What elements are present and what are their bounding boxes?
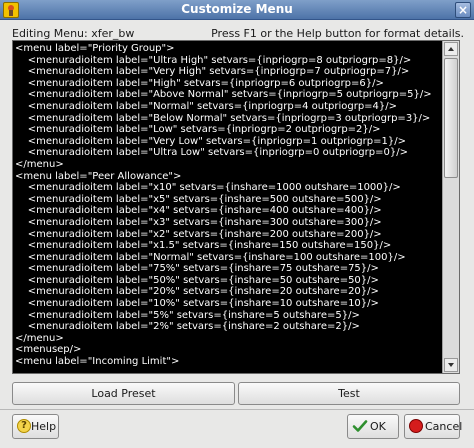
editor-line: <menuradioitem label="2%" setvars={insha… bbox=[15, 321, 360, 333]
scroll-thumb[interactable] bbox=[444, 58, 458, 178]
scroll-down-arrow-icon[interactable] bbox=[444, 358, 458, 372]
editor-line: <menuradioitem label="x10" setvars={insh… bbox=[15, 182, 401, 194]
help-button[interactable]: ? Help bbox=[12, 414, 59, 439]
checkmark-icon bbox=[352, 420, 368, 432]
editor-text-area[interactable]: <menu label="Priority Group"> <menuradio… bbox=[15, 43, 440, 371]
help-hint-text: Press F1 or the Help button for format d… bbox=[211, 27, 464, 40]
scroll-up-arrow-icon[interactable] bbox=[444, 42, 458, 56]
editor-line: <menuradioitem label="Normal" setvars={i… bbox=[15, 100, 398, 112]
editor-line: <menuradioitem label="Very Low" setvars=… bbox=[15, 135, 406, 147]
editor-line: <menuradioitem label="75%" setvars={insh… bbox=[15, 263, 379, 275]
cancel-button-label: Cancel bbox=[425, 420, 463, 433]
cancel-icon bbox=[409, 419, 423, 433]
editor-line: <menuradioitem label="Normal" setvars={i… bbox=[15, 251, 406, 263]
editing-menu-label: Editing Menu: xfer_bw bbox=[12, 27, 135, 40]
editor-line: <menuradioitem label="x2" setvars={insha… bbox=[15, 228, 382, 240]
editor-line: <menuradioitem label="Below Normal" setv… bbox=[15, 112, 431, 124]
menu-text-editor[interactable]: <menu label="Priority Group"> <menuradio… bbox=[12, 40, 460, 374]
editor-line: </menu> bbox=[15, 332, 64, 344]
editor-line: <menuradioitem label="Low" setvars={inpr… bbox=[15, 124, 381, 136]
editor-line: <menuradioitem label="x3" setvars={insha… bbox=[15, 216, 382, 228]
help-button-label: Help bbox=[31, 420, 57, 433]
editor-line: <menuradioitem label="x4" setvars={insha… bbox=[15, 205, 382, 217]
editor-line: <menusep/> bbox=[15, 344, 82, 356]
test-button[interactable]: Test bbox=[238, 382, 460, 405]
editor-line: <menuradioitem label="Very High" setvars… bbox=[15, 66, 410, 78]
editor-line: <menu label="Priority Group"> bbox=[15, 43, 175, 54]
window-title: Customize Menu bbox=[181, 2, 293, 16]
help-icon: ? bbox=[17, 419, 31, 433]
vertical-scrollbar[interactable] bbox=[442, 41, 459, 373]
ok-button[interactable]: OK bbox=[347, 414, 399, 439]
editor-line: <menuradioitem label="x5" setvars={insha… bbox=[15, 193, 382, 205]
ok-button-label: OK bbox=[370, 420, 386, 433]
editor-line: <menuradioitem label="High" setvars={inp… bbox=[15, 77, 384, 89]
load-preset-button[interactable]: Load Preset bbox=[12, 382, 235, 405]
editor-line: <menuradioitem label="Ultra Low" setvars… bbox=[15, 147, 408, 159]
editor-line: <menuradioitem label="10%" setvars={insh… bbox=[15, 298, 379, 310]
editor-line: <menuradioitem label="x1.5" setvars={ins… bbox=[15, 240, 392, 252]
separator bbox=[0, 409, 474, 410]
editor-line: <menuradioitem label="50%" setvars={insh… bbox=[15, 274, 379, 286]
editor-line: <menuradioitem label="20%" setvars={insh… bbox=[15, 286, 379, 298]
editor-line: </menu> bbox=[15, 158, 64, 170]
cancel-button[interactable]: Cancel bbox=[404, 414, 463, 439]
editor-line: <menuradioitem label="5%" setvars={insha… bbox=[15, 309, 360, 321]
editor-line: <menuradioitem label="Above Normal" setv… bbox=[15, 89, 432, 101]
title-bar: Customize Menu × bbox=[0, 0, 474, 20]
editor-line: <menu label="Peer Allowance"> bbox=[15, 170, 182, 182]
editor-line: <menu label="Incoming Limit"> bbox=[15, 356, 180, 368]
editor-line: <menuradioitem label="Ultra High" setvar… bbox=[15, 54, 412, 66]
close-icon[interactable]: × bbox=[455, 2, 471, 18]
